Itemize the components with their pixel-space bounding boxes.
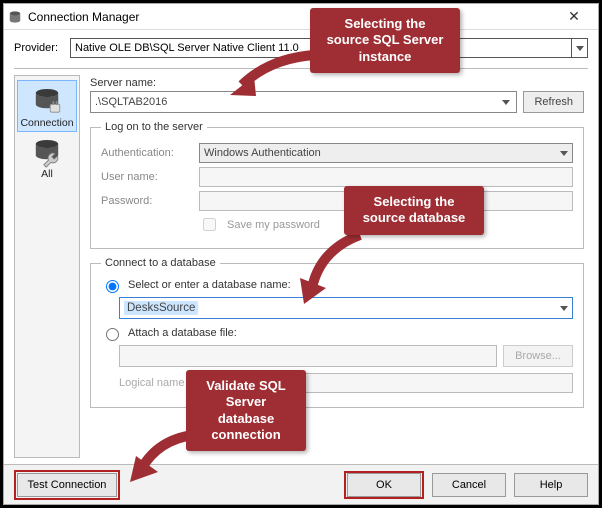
- sidebar-item-label: Connection: [20, 117, 73, 129]
- ok-button[interactable]: OK: [347, 473, 421, 497]
- close-button[interactable]: ✕: [554, 4, 594, 29]
- password-label: Password:: [101, 195, 191, 207]
- sidebar-item-label: All: [41, 168, 53, 180]
- chevron-down-icon: [560, 302, 568, 314]
- database-wrench-icon: [31, 136, 63, 168]
- save-password-checkbox: [203, 218, 216, 231]
- browse-button: Browse...: [503, 345, 573, 367]
- auth-value: Windows Authentication: [204, 147, 321, 159]
- window-title: Connection Manager: [28, 10, 554, 24]
- username-input: [199, 167, 573, 187]
- app-icon: [8, 10, 22, 24]
- logon-legend: Log on to the server: [101, 121, 207, 133]
- annotation-highlight: Test Connection: [14, 470, 120, 500]
- db-attach-radio[interactable]: Attach a database file:: [101, 325, 573, 341]
- attach-file-input: [119, 345, 497, 367]
- chevron-down-icon: [571, 39, 587, 57]
- provider-label: Provider:: [14, 42, 64, 54]
- cancel-button[interactable]: Cancel: [432, 473, 506, 497]
- callout-server-instance: Selecting the source SQL Server instance: [310, 8, 460, 73]
- test-connection-button[interactable]: Test Connection: [17, 473, 117, 497]
- arrow-icon: [300, 230, 380, 310]
- database-legend: Connect to a database: [101, 257, 220, 269]
- save-password-label: Save my password: [227, 219, 320, 231]
- callout-validate-connection: Validate SQL Server database connection: [186, 370, 306, 451]
- username-label: User name:: [101, 171, 191, 183]
- db-attach-radio-label: Attach a database file:: [128, 327, 237, 339]
- database-name-value: DesksSource: [124, 301, 198, 315]
- auth-select[interactable]: Windows Authentication: [199, 143, 573, 163]
- annotation-highlight: OK: [344, 471, 424, 499]
- dialog-footer: Test Connection OK Cancel Help: [4, 464, 598, 504]
- server-name-label: Server name:: [90, 77, 584, 89]
- auth-label: Authentication:: [101, 147, 191, 159]
- db-attach-radio-input[interactable]: [106, 328, 119, 341]
- refresh-button[interactable]: Refresh: [523, 91, 584, 113]
- sidebar-item-connection[interactable]: Connection: [17, 80, 77, 132]
- db-select-radio-label: Select or enter a database name:: [128, 279, 291, 291]
- db-select-radio-input[interactable]: [106, 280, 119, 293]
- help-button[interactable]: Help: [514, 473, 588, 497]
- sidebar: Connection All: [14, 75, 80, 458]
- titlebar: Connection Manager ✕: [4, 4, 598, 30]
- chevron-down-icon: [560, 147, 568, 159]
- arrow-icon: [230, 50, 320, 100]
- chevron-down-icon: [498, 94, 514, 110]
- close-icon: ✕: [568, 8, 580, 25]
- sidebar-item-all[interactable]: All: [17, 132, 77, 182]
- server-name-value: .\SQLTAB2016: [95, 96, 167, 108]
- database-plug-icon: [31, 85, 63, 117]
- callout-source-database: Selecting the source database: [344, 186, 484, 235]
